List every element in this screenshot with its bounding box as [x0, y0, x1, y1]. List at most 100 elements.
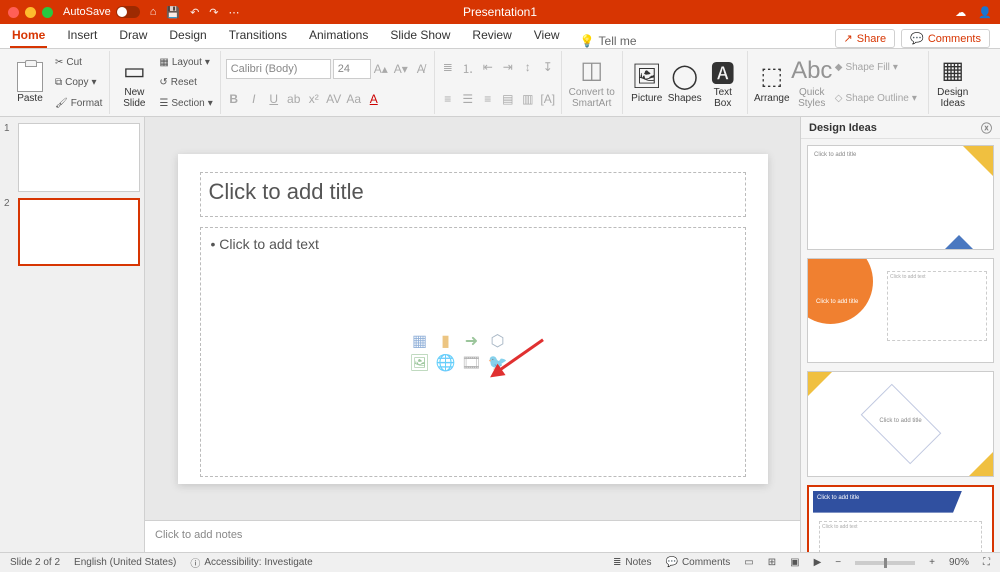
- shapes-button[interactable]: ◯Shapes: [666, 52, 704, 114]
- new-slide-icon: ▭: [120, 57, 148, 85]
- account-icon[interactable]: 👤: [978, 6, 992, 19]
- slide-canvas[interactable]: Click to add title • Click to add text ▦…: [178, 154, 768, 484]
- slide-thumbnail-1[interactable]: [18, 123, 140, 192]
- new-slide-button[interactable]: ▭ New Slide: [115, 52, 153, 114]
- window-minimize[interactable]: [25, 7, 36, 18]
- format-painter-button[interactable]: 🖌Format: [53, 95, 104, 113]
- design-idea-3[interactable]: Click to add title: [807, 371, 994, 476]
- zoom-in-button[interactable]: +: [929, 557, 935, 568]
- line-spacing-icon[interactable]: ↕: [520, 60, 536, 77]
- highlight-icon[interactable]: Aa: [346, 92, 362, 106]
- indent-inc-icon[interactable]: ⇥: [500, 60, 516, 77]
- reading-view-icon[interactable]: ▣: [790, 557, 799, 568]
- cut-button[interactable]: ✂Cut: [53, 53, 104, 71]
- font-family-combo[interactable]: Calibri (Body): [226, 59, 331, 79]
- share-button[interactable]: ↗Share: [835, 29, 896, 48]
- italic-icon[interactable]: I: [246, 92, 262, 106]
- bullets-icon[interactable]: ≣: [440, 60, 456, 77]
- convert-smartart-button[interactable]: ◫ Convert to SmartArt: [567, 52, 617, 113]
- design-ideas-button[interactable]: ▦Design Ideas: [934, 52, 972, 113]
- insert-table-icon[interactable]: ▦: [410, 332, 430, 350]
- status-language[interactable]: English (United States): [74, 557, 176, 568]
- design-idea-2[interactable]: Click to add title Click to add text: [807, 258, 994, 363]
- picture-button[interactable]: 🖼Picture: [628, 52, 666, 114]
- insert-chart-icon[interactable]: ▮: [436, 332, 456, 350]
- fit-to-window-icon[interactable]: ⛶: [983, 557, 990, 568]
- normal-view-icon[interactable]: ▭: [744, 557, 753, 568]
- chevron-down-icon: ▾: [92, 77, 97, 88]
- underline-icon[interactable]: U: [266, 92, 282, 106]
- design-idea-1[interactable]: Click to add title: [807, 145, 994, 250]
- insert-video-icon[interactable]: 🎞: [462, 354, 482, 372]
- bold-icon[interactable]: B: [226, 92, 242, 106]
- tab-insert[interactable]: Insert: [65, 24, 99, 48]
- autosave-switch-off[interactable]: [116, 6, 140, 18]
- autosave-toggle[interactable]: AutoSave: [63, 6, 140, 18]
- undo-icon[interactable]: ↶: [190, 6, 199, 19]
- tab-draw[interactable]: Draw: [117, 24, 149, 48]
- text-effects-icon[interactable]: AV: [326, 92, 342, 106]
- zoom-level[interactable]: 90%: [949, 557, 969, 568]
- insert-onlinepic-icon[interactable]: 🌐: [436, 354, 456, 372]
- tab-animations[interactable]: Animations: [307, 24, 370, 48]
- content-placeholder[interactable]: • Click to add text ▦ ▮ ➜ ⬡ 🖼 🌐 🎞 🐦: [200, 227, 746, 477]
- shrink-font-icon[interactable]: A▾: [393, 62, 409, 76]
- status-notes-button[interactable]: ≣Notes: [613, 557, 652, 568]
- font-size-combo[interactable]: 24: [333, 59, 371, 79]
- quick-styles-button[interactable]: AbcQuick Styles: [793, 52, 831, 114]
- tab-review[interactable]: Review: [470, 24, 513, 48]
- tab-design[interactable]: Design: [167, 24, 208, 48]
- paste-button[interactable]: Paste: [11, 52, 49, 114]
- grow-font-icon[interactable]: A▴: [373, 62, 389, 76]
- insert-3dmodel-icon[interactable]: ⬡: [488, 332, 508, 350]
- tab-transitions[interactable]: Transitions: [227, 24, 289, 48]
- zoom-out-button[interactable]: −: [835, 557, 841, 568]
- font-color-icon[interactable]: A: [366, 92, 382, 106]
- align-left-icon[interactable]: ≡: [440, 92, 456, 106]
- zoom-slider[interactable]: [855, 561, 915, 565]
- textbox-button[interactable]: 🅰Text Box: [704, 52, 742, 114]
- sync-icon[interactable]: ☁: [955, 6, 966, 19]
- align-center-icon[interactable]: ☰: [460, 92, 476, 106]
- blue-decor: [945, 235, 973, 249]
- window-close[interactable]: [8, 7, 19, 18]
- columns-icon[interactable]: ▥: [520, 92, 536, 106]
- comments-button[interactable]: 💬Comments: [901, 29, 990, 48]
- save-icon[interactable]: 💾: [166, 6, 180, 19]
- indent-dec-icon[interactable]: ⇤: [480, 60, 496, 77]
- section-button[interactable]: ☰Section▾: [157, 95, 214, 113]
- tab-home[interactable]: Home: [10, 24, 47, 48]
- align-right-icon[interactable]: ≡: [480, 92, 496, 106]
- title-placeholder[interactable]: Click to add title: [200, 172, 746, 217]
- align-text-icon[interactable]: [A]: [540, 92, 556, 106]
- text-direction-icon[interactable]: ↧: [540, 60, 556, 77]
- sorter-view-icon[interactable]: ⊞: [768, 557, 776, 568]
- design-idea-4[interactable]: Click to add title Click to add text: [807, 485, 994, 552]
- status-accessibility[interactable]: ⓘAccessibility: Investigate: [190, 555, 312, 570]
- tab-slideshow[interactable]: Slide Show: [388, 24, 452, 48]
- slideshow-view-icon[interactable]: ▶: [814, 557, 822, 568]
- strike-icon[interactable]: ab: [286, 92, 302, 106]
- clear-format-icon[interactable]: A̸: [413, 62, 429, 76]
- copy-button[interactable]: ⧉Copy▾: [53, 74, 104, 92]
- justify-icon[interactable]: ▤: [500, 92, 516, 106]
- shape-fill-button[interactable]: ◆Shape Fill▾: [833, 59, 923, 77]
- arrange-button[interactable]: ⬚Arrange: [753, 52, 791, 114]
- window-maximize[interactable]: [42, 7, 53, 18]
- notes-pane[interactable]: Click to add notes: [145, 520, 800, 552]
- redo-icon[interactable]: ↷: [209, 6, 218, 19]
- close-pane-icon[interactable]: ⓧ: [981, 120, 992, 136]
- reset-button[interactable]: ↺Reset: [157, 74, 214, 92]
- home-icon[interactable]: ⌂: [150, 6, 157, 18]
- slide-thumbnail-2[interactable]: [18, 198, 140, 267]
- tell-me[interactable]: 💡 Tell me: [580, 34, 637, 48]
- insert-picture-icon[interactable]: 🖼: [410, 354, 430, 372]
- shape-outline-button[interactable]: ◇Shape Outline▾: [833, 90, 923, 108]
- insert-smartart-icon[interactable]: ➜: [462, 332, 482, 350]
- subscript-icon[interactable]: x²: [306, 92, 322, 106]
- more-icon[interactable]: ⋯: [229, 6, 240, 19]
- tab-view[interactable]: View: [532, 24, 562, 48]
- numbering-icon[interactable]: ⒈: [460, 60, 476, 77]
- layout-button[interactable]: ▦Layout▾: [157, 53, 214, 71]
- status-comments-button[interactable]: 💬Comments: [665, 557, 730, 568]
